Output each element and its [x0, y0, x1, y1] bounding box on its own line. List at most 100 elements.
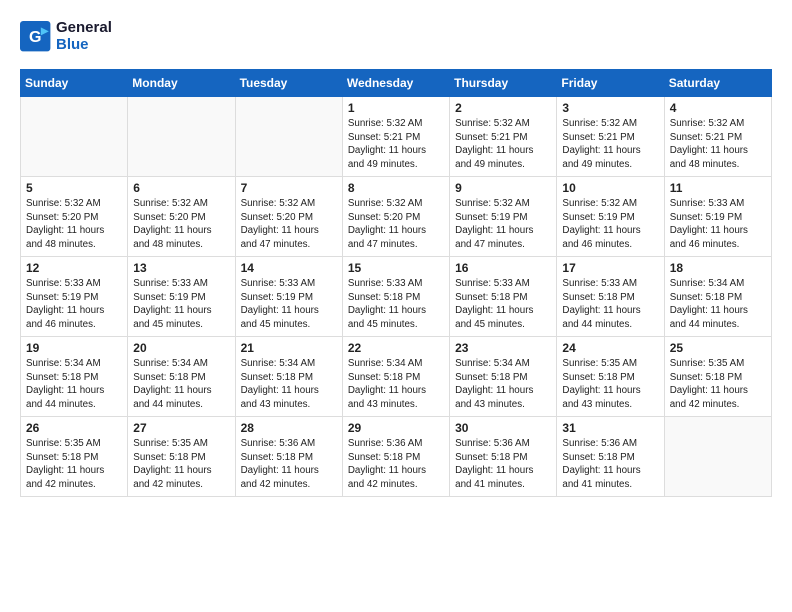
day-info: Sunrise: 5:33 AM Sunset: 5:18 PM Dayligh… [455, 277, 551, 332]
day-info: Sunrise: 5:32 AM Sunset: 5:21 PM Dayligh… [562, 117, 658, 172]
day-info: Sunrise: 5:34 AM Sunset: 5:18 PM Dayligh… [670, 277, 766, 332]
day-number: 26 [26, 421, 122, 435]
day-number: 6 [133, 181, 229, 195]
calendar-header-row: SundayMondayTuesdayWednesdayThursdayFrid… [21, 70, 772, 97]
day-number: 5 [26, 181, 122, 195]
calendar-day-cell: 16 Sunrise: 5:33 AM Sunset: 5:18 PM Dayli… [450, 257, 557, 337]
day-number: 21 [241, 341, 337, 355]
calendar-day-cell: 1 Sunrise: 5:32 AM Sunset: 5:21 PM Daylig… [342, 97, 449, 177]
day-of-week-header: Friday [557, 70, 664, 97]
day-info: Sunrise: 5:34 AM Sunset: 5:18 PM Dayligh… [26, 357, 122, 412]
day-number: 29 [348, 421, 444, 435]
day-of-week-header: Wednesday [342, 70, 449, 97]
day-info: Sunrise: 5:32 AM Sunset: 5:20 PM Dayligh… [133, 197, 229, 252]
day-number: 8 [348, 181, 444, 195]
day-number: 14 [241, 261, 337, 275]
calendar-day-cell: 14 Sunrise: 5:33 AM Sunset: 5:19 PM Dayli… [235, 257, 342, 337]
calendar-day-cell: 10 Sunrise: 5:32 AM Sunset: 5:19 PM Dayli… [557, 177, 664, 257]
calendar-day-cell: 12 Sunrise: 5:33 AM Sunset: 5:19 PM Dayli… [21, 257, 128, 337]
calendar-day-cell: 13 Sunrise: 5:33 AM Sunset: 5:19 PM Dayli… [128, 257, 235, 337]
calendar-day-cell: 7Sunrise: 5:32 AM Sunset: 5:20 PM Daylig… [235, 177, 342, 257]
calendar-day-cell: 8 Sunrise: 5:32 AM Sunset: 5:20 PM Daylig… [342, 177, 449, 257]
day-info: Sunrise: 5:33 AM Sunset: 5:18 PM Dayligh… [348, 277, 444, 332]
day-info: Sunrise: 5:34 AM Sunset: 5:18 PM Dayligh… [133, 357, 229, 412]
calendar-day-cell [664, 417, 771, 497]
day-info: Sunrise: 5:33 AM Sunset: 5:19 PM Dayligh… [26, 277, 122, 332]
calendar-day-cell: 23Sunrise: 5:34 AM Sunset: 5:18 PM Dayli… [450, 337, 557, 417]
day-number: 10 [562, 181, 658, 195]
calendar-day-cell: 5Sunrise: 5:32 AM Sunset: 5:20 PM Daylig… [21, 177, 128, 257]
day-info: Sunrise: 5:32 AM Sunset: 5:19 PM Dayligh… [455, 197, 551, 252]
calendar-day-cell: 9 Sunrise: 5:32 AM Sunset: 5:19 PM Daylig… [450, 177, 557, 257]
calendar-day-cell: 20 Sunrise: 5:34 AM Sunset: 5:18 PM Dayli… [128, 337, 235, 417]
day-info: Sunrise: 5:36 AM Sunset: 5:18 PM Dayligh… [241, 437, 337, 492]
calendar-week-row: 19 Sunrise: 5:34 AM Sunset: 5:18 PM Dayli… [21, 337, 772, 417]
calendar-day-cell: 3 Sunrise: 5:32 AM Sunset: 5:21 PM Daylig… [557, 97, 664, 177]
day-number: 11 [670, 181, 766, 195]
day-number: 3 [562, 101, 658, 115]
day-number: 16 [455, 261, 551, 275]
day-number: 13 [133, 261, 229, 275]
calendar-day-cell: 11 Sunrise: 5:33 AM Sunset: 5:19 PM Dayli… [664, 177, 771, 257]
calendar-day-cell: 31 Sunrise: 5:36 AM Sunset: 5:18 PM Dayli… [557, 417, 664, 497]
day-info: Sunrise: 5:32 AM Sunset: 5:19 PM Dayligh… [562, 197, 658, 252]
day-number: 15 [348, 261, 444, 275]
svg-text:G: G [29, 28, 41, 45]
calendar-week-row: 12 Sunrise: 5:33 AM Sunset: 5:19 PM Dayli… [21, 257, 772, 337]
day-info: Sunrise: 5:33 AM Sunset: 5:19 PM Dayligh… [241, 277, 337, 332]
day-number: 2 [455, 101, 551, 115]
calendar-day-cell [21, 97, 128, 177]
day-number: 19 [26, 341, 122, 355]
logo-icon: G [20, 21, 52, 53]
day-info: Sunrise: 5:36 AM Sunset: 5:18 PM Dayligh… [562, 437, 658, 492]
day-number: 20 [133, 341, 229, 355]
day-number: 1 [348, 101, 444, 115]
day-info: Sunrise: 5:33 AM Sunset: 5:18 PM Dayligh… [562, 277, 658, 332]
day-info: Sunrise: 5:35 AM Sunset: 5:18 PM Dayligh… [562, 357, 658, 412]
day-of-week-header: Tuesday [235, 70, 342, 97]
day-info: Sunrise: 5:34 AM Sunset: 5:18 PM Dayligh… [455, 357, 551, 412]
day-number: 18 [670, 261, 766, 275]
calendar-day-cell: 25 Sunrise: 5:35 AM Sunset: 5:18 PM Dayli… [664, 337, 771, 417]
logo-text-line2: Blue [56, 37, 112, 54]
day-info: Sunrise: 5:33 AM Sunset: 5:19 PM Dayligh… [133, 277, 229, 332]
day-info: Sunrise: 5:35 AM Sunset: 5:18 PM Dayligh… [670, 357, 766, 412]
calendar-day-cell: 26 Sunrise: 5:35 AM Sunset: 5:18 PM Dayli… [21, 417, 128, 497]
day-number: 24 [562, 341, 658, 355]
calendar-day-cell: 4Sunrise: 5:32 AM Sunset: 5:21 PM Daylig… [664, 97, 771, 177]
logo-text-line1: General [56, 20, 112, 37]
day-number: 4 [670, 101, 766, 115]
day-number: 28 [241, 421, 337, 435]
day-info: Sunrise: 5:32 AM Sunset: 5:21 PM Dayligh… [455, 117, 551, 172]
calendar-day-cell: 24 Sunrise: 5:35 AM Sunset: 5:18 PM Dayli… [557, 337, 664, 417]
day-number: 9 [455, 181, 551, 195]
day-of-week-header: Saturday [664, 70, 771, 97]
day-number: 25 [670, 341, 766, 355]
day-number: 22 [348, 341, 444, 355]
calendar-day-cell: 29 Sunrise: 5:36 AM Sunset: 5:18 PM Dayli… [342, 417, 449, 497]
page-header: G General Blue [20, 20, 772, 53]
calendar-day-cell: 2 Sunrise: 5:32 AM Sunset: 5:21 PM Daylig… [450, 97, 557, 177]
calendar-day-cell: 21 Sunrise: 5:34 AM Sunset: 5:18 PM Dayli… [235, 337, 342, 417]
calendar-day-cell: 22Sunrise: 5:34 AM Sunset: 5:18 PM Dayli… [342, 337, 449, 417]
day-of-week-header: Thursday [450, 70, 557, 97]
calendar-day-cell: 28 Sunrise: 5:36 AM Sunset: 5:18 PM Dayli… [235, 417, 342, 497]
day-number: 31 [562, 421, 658, 435]
calendar-table: SundayMondayTuesdayWednesdayThursdayFrid… [20, 69, 772, 497]
day-info: Sunrise: 5:35 AM Sunset: 5:18 PM Dayligh… [26, 437, 122, 492]
day-number: 12 [26, 261, 122, 275]
day-info: Sunrise: 5:32 AM Sunset: 5:21 PM Dayligh… [348, 117, 444, 172]
day-info: Sunrise: 5:35 AM Sunset: 5:18 PM Dayligh… [133, 437, 229, 492]
day-info: Sunrise: 5:36 AM Sunset: 5:18 PM Dayligh… [348, 437, 444, 492]
day-info: Sunrise: 5:32 AM Sunset: 5:20 PM Dayligh… [348, 197, 444, 252]
day-number: 27 [133, 421, 229, 435]
calendar-day-cell: 30Sunrise: 5:36 AM Sunset: 5:18 PM Dayli… [450, 417, 557, 497]
day-of-week-header: Sunday [21, 70, 128, 97]
calendar-day-cell: 27 Sunrise: 5:35 AM Sunset: 5:18 PM Dayli… [128, 417, 235, 497]
calendar-day-cell [235, 97, 342, 177]
calendar-day-cell [128, 97, 235, 177]
day-info: Sunrise: 5:33 AM Sunset: 5:19 PM Dayligh… [670, 197, 766, 252]
calendar-day-cell: 15 Sunrise: 5:33 AM Sunset: 5:18 PM Dayli… [342, 257, 449, 337]
calendar-week-row: 26 Sunrise: 5:35 AM Sunset: 5:18 PM Dayli… [21, 417, 772, 497]
day-info: Sunrise: 5:34 AM Sunset: 5:18 PM Dayligh… [241, 357, 337, 412]
